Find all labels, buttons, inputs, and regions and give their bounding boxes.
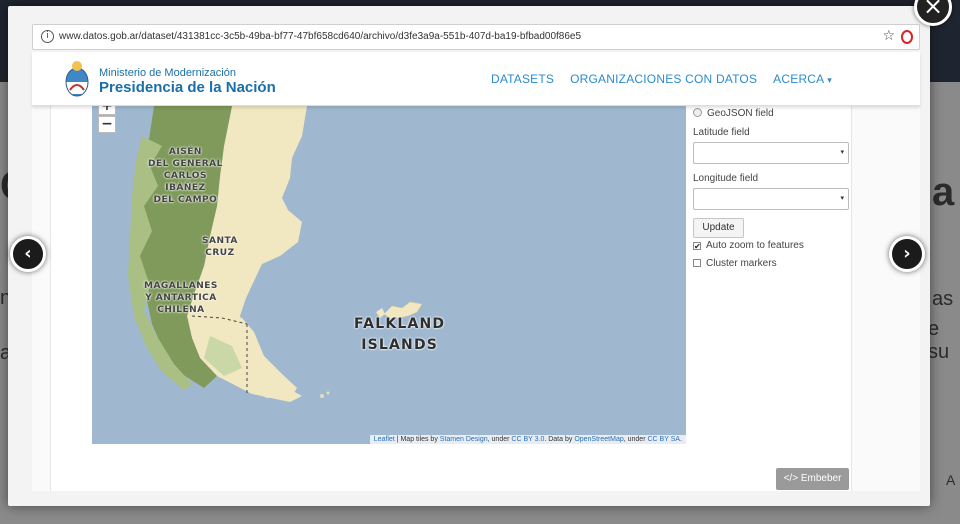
resource-card: + − AISÉN DEL GENERAL CARLOS IBÁÑEZ DEL … [50,106,852,491]
bg-fragment: A [946,472,956,488]
zoom-out-button[interactable]: − [98,116,116,133]
embed-button[interactable]: </> Embeber [776,468,849,490]
region-label-santa-cruz: SANTA CRUZ [202,236,238,258]
auto-zoom-option[interactable]: ✔ Auto zoom to features [693,240,804,251]
cc-by-link[interactable]: CC BY 3.0 [511,436,544,443]
cluster-label: Cluster markers [706,258,777,269]
cc-by-sa-link[interactable]: CC BY SA [647,436,680,443]
bookmark-star-icon[interactable]: ☆ [882,28,895,44]
longitude-select[interactable]: ▾ [693,188,849,210]
cluster-option[interactable]: Cluster markers [693,258,777,269]
geojson-radio[interactable] [693,108,702,117]
region-label-magallanes: MAGALLANES Y ANTÁRTICA CHILENA [144,281,218,315]
lightbox-modal: i www.datos.gob.ar/dataset/431381cc-3c5b… [8,6,930,506]
latitude-select[interactable]: ▾ [693,142,849,164]
zoom-in-button[interactable]: + [98,106,116,115]
nav-acerca[interactable]: ACERCA ▾ [773,72,832,86]
cluster-checkbox[interactable] [693,259,701,267]
chevron-down-icon: ▾ [827,76,832,86]
update-button[interactable]: Update [693,218,744,238]
region-label-falkland: FALKLAND ISLANDS [354,316,446,353]
auto-zoom-label: Auto zoom to features [706,240,804,251]
auto-zoom-checkbox[interactable]: ✔ [693,242,701,251]
bg-fragment: a [932,170,955,214]
leaflet-link[interactable]: Leaflet [374,436,395,443]
page-content: + − AISÉN DEL GENERAL CARLOS IBÁÑEZ DEL … [32,106,920,491]
national-emblem-icon[interactable] [64,60,90,98]
nav-datasets[interactable]: DATASETS [491,72,554,86]
browser-address-bar[interactable]: i www.datos.gob.ar/dataset/431381cc-3c5b… [32,24,920,50]
longitude-label: Longitude field [693,173,759,184]
geojson-option[interactable]: GeoJSON field [693,108,774,119]
main-nav: DATASETS ORGANIZACIONES CON DATOS ACERCA… [491,72,832,86]
opera-icon[interactable] [901,30,913,44]
map-attribution: Leaflet | Map tiles by Stamen Design, un… [369,435,686,444]
site-header: Ministerio de Modernización Presidencia … [32,52,920,106]
chevron-down-icon: ▾ [840,194,844,202]
presidency-name[interactable]: Presidencia de la Nación [99,79,276,96]
nav-acerca-label: ACERCA [773,72,824,86]
region-label-aisen: AISÉN DEL GENERAL CARLOS IBÁÑEZ DEL CAMP… [148,147,223,205]
next-arrow-icon[interactable]: › [889,236,925,272]
previous-arrow-icon[interactable]: ‹ [10,236,46,272]
info-icon[interactable]: i [41,30,54,43]
osm-link[interactable]: OpenStreetMap [574,436,623,443]
nav-organizaciones[interactable]: ORGANIZACIONES CON DATOS [570,72,757,86]
browser-url[interactable]: www.datos.gob.ar/dataset/431381cc-3c5b-4… [59,31,581,42]
stamen-link[interactable]: Stamen Design [440,436,488,443]
map-view[interactable]: + − AISÉN DEL GENERAL CARLOS IBÁÑEZ DEL … [92,106,686,444]
geojson-label: GeoJSON field [707,108,774,119]
chevron-down-icon: ▾ [840,148,844,156]
ministry-name[interactable]: Ministerio de Modernización [99,67,236,79]
bg-fragment: as [932,288,954,310]
latitude-label: Latitude field [693,127,750,138]
bg-fragment: e su [928,318,950,363]
